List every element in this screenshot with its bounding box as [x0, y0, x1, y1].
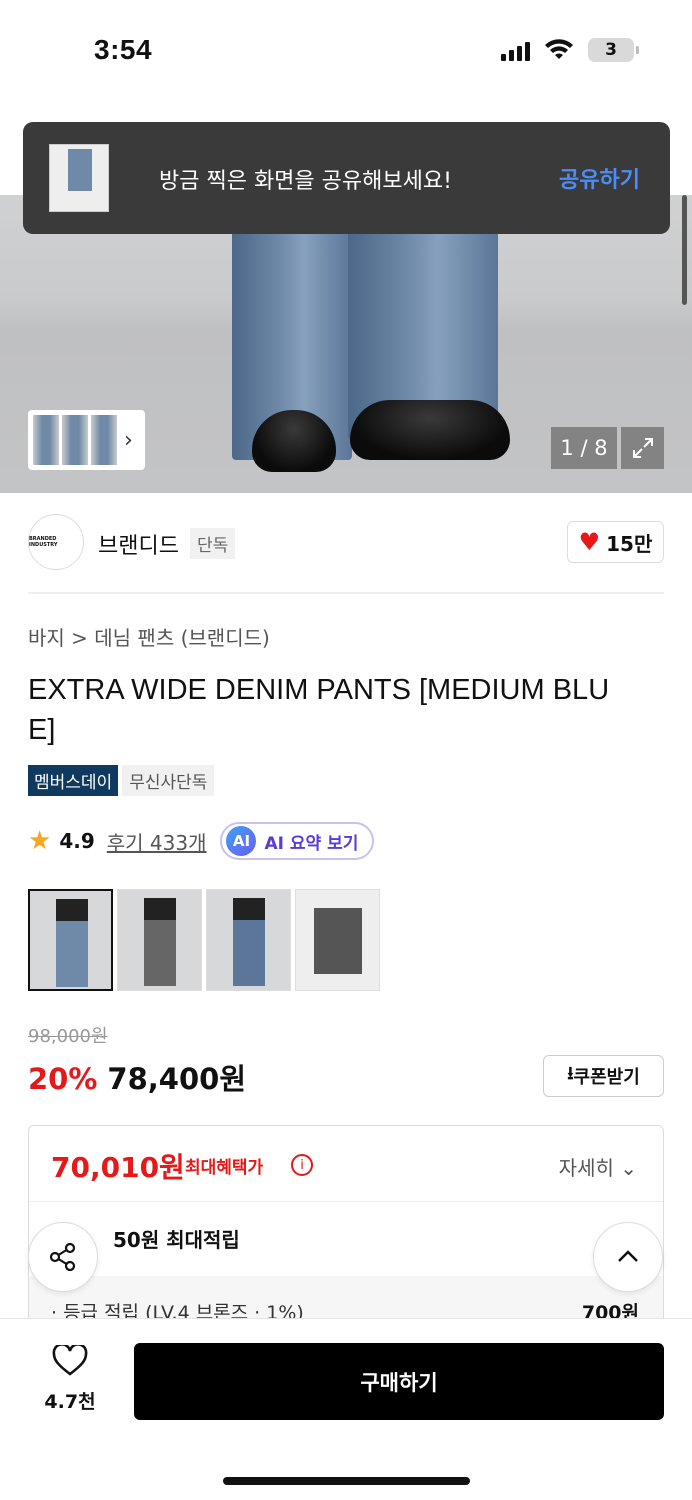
gallery-counter: 1 / 8 — [551, 427, 617, 469]
brand-row: BRANDED INDUSTRY 브랜디드 단독 ♥ 15만 — [28, 514, 664, 570]
wifi-icon — [545, 39, 573, 59]
battery-icon: 3 — [588, 38, 639, 62]
rating-score: 4.9 — [59, 829, 95, 853]
gallery-thumb[interactable] — [91, 415, 117, 465]
scroll-indicator — [682, 195, 687, 305]
divider — [28, 592, 664, 594]
toast-message: 방금 찍은 화면을 공유해보세요! — [159, 169, 452, 194]
best-price: 70,010원 — [51, 1151, 185, 1184]
gallery-thumb[interactable] — [33, 415, 59, 465]
screenshot-share-toast: 방금 찍은 화면을 공유해보세요! 공유하기 — [23, 122, 670, 234]
color-option-medium-blue[interactable] — [28, 889, 113, 991]
info-icon[interactable]: i — [291, 1154, 313, 1176]
swatch-image — [233, 898, 265, 986]
best-price-label: 최대혜택가 — [185, 1158, 264, 1178]
gallery-thumbnail-strip[interactable]: › — [28, 410, 145, 470]
cellular-signal-icon — [501, 39, 530, 61]
swatch-image — [314, 908, 362, 974]
breadcrumb[interactable]: 바지 > 데님 팬츠 (브랜디드) — [28, 622, 270, 651]
brand-like-count: 15만 — [606, 531, 653, 556]
chevron-down-icon: ⌄ — [620, 1156, 637, 1180]
benefit-box: 70,010원 최대혜택가 i 자세히 ⌄ 50원 최대적립 · 등급 적립 (… — [28, 1125, 664, 1325]
toast-share-button[interactable]: 공유하기 — [559, 162, 640, 194]
screenshot-thumbnail[interactable] — [49, 144, 109, 212]
wishlist-count: 4.7천 — [44, 1391, 96, 1413]
status-icons: 3 — [501, 38, 639, 62]
color-option-3[interactable] — [206, 889, 291, 991]
badge-exclusive: 무신사단독 — [122, 765, 215, 796]
product-title: EXTRA WIDE DENIM PANTS [MEDIUM BLU E] — [28, 670, 664, 750]
brand-exclusive-tag: 단독 — [190, 528, 236, 559]
ai-summary-label: AI 요약 보기 — [264, 833, 359, 854]
original-price: 98,000원 — [28, 1026, 108, 1047]
badge-membersday: 멤버스데이 — [28, 765, 119, 796]
coupon-label: 쿠폰받기 — [573, 1067, 640, 1088]
swatch-image — [56, 899, 88, 987]
discount-rate: 20% — [28, 1062, 98, 1096]
review-count-link[interactable]: 후기 433개 — [107, 827, 207, 856]
benefit-detail-toggle[interactable]: 자세히 ⌄ — [559, 1152, 637, 1181]
ai-badge-icon: AI — [226, 826, 257, 856]
chevron-up-icon — [618, 1250, 638, 1262]
color-option-2[interactable] — [117, 889, 202, 991]
status-bar: 3:54 3 — [0, 0, 692, 100]
brand-logo[interactable]: BRANDED INDUSTRY — [28, 514, 84, 570]
chevron-right-icon[interactable]: › — [124, 428, 133, 453]
expand-icon[interactable] — [621, 427, 664, 469]
brand-name[interactable]: 브랜디드 — [98, 528, 179, 560]
color-options — [28, 889, 380, 991]
wishlist-button[interactable]: 4.7천 — [30, 1343, 110, 1414]
scroll-top-button[interactable] — [593, 1222, 663, 1292]
price-row: 20% 78,400원 — [28, 1056, 246, 1098]
rating-row: ★ 4.9 후기 433개 AI AI 요약 보기 — [28, 822, 375, 860]
share-icon — [49, 1242, 76, 1272]
buy-button[interactable]: 구매하기 — [134, 1343, 664, 1420]
swatch-image — [144, 898, 176, 986]
product-badges: 멤버스데이 무신사단독 — [28, 765, 215, 796]
home-indicator — [223, 1477, 470, 1485]
detail-label: 자세히 — [558, 1156, 614, 1180]
star-icon: ★ — [28, 826, 52, 856]
brand-like-button[interactable]: ♥ 15만 — [567, 521, 664, 563]
sale-price: 78,400원 — [107, 1062, 247, 1096]
max-points: 50원 최대적립 — [113, 1228, 240, 1252]
coupon-button[interactable]: ⭳ 쿠폰받기 — [543, 1055, 664, 1097]
bottom-action-bar: 4.7천 구매하기 — [0, 1318, 692, 1500]
color-option-4[interactable] — [295, 889, 380, 991]
product-title-text: EXTRA WIDE DENIM PANTS [MEDIUM BLU E] — [28, 674, 610, 746]
heart-icon: ♥ — [578, 528, 601, 556]
ai-summary-button[interactable]: AI AI 요약 보기 — [220, 822, 375, 860]
heart-outline-icon — [52, 1343, 88, 1376]
shoe-right — [350, 400, 510, 460]
share-button[interactable] — [28, 1222, 98, 1292]
gallery-thumb[interactable] — [62, 415, 88, 465]
status-time: 3:54 — [94, 34, 153, 65]
benefit-header[interactable]: 70,010원 최대혜택가 i 자세히 ⌄ — [29, 1126, 663, 1202]
